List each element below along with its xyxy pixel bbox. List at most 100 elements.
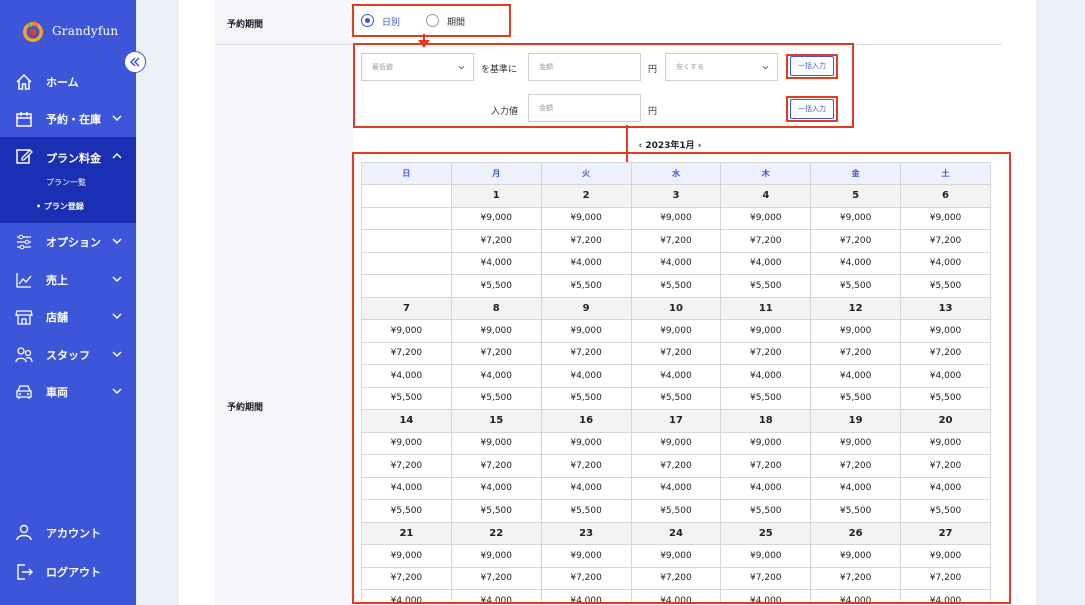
sidebar-item-vehicle[interactable]: 車両 (0, 373, 136, 410)
price-cell[interactable]: ¥5,500 (630, 386, 722, 410)
price-cell[interactable]: ¥9,000 (450, 206, 542, 230)
price-cell[interactable]: ¥9,000 (450, 431, 542, 455)
price-cell[interactable]: ¥9,000 (900, 431, 991, 455)
price-cell[interactable]: ¥9,000 (540, 431, 632, 455)
price-cell[interactable]: ¥4,000 (450, 476, 542, 500)
price-cell[interactable]: ¥9,000 (540, 544, 632, 568)
sidebar-item-account[interactable]: アカウント (0, 514, 136, 551)
sidebar-item-sales[interactable]: 売上 (0, 261, 136, 298)
price-cell[interactable]: ¥4,000 (720, 251, 812, 275)
price-cell[interactable]: ¥9,000 (720, 431, 812, 455)
radio-daily-label[interactable]: 日別 (382, 15, 400, 28)
price-cell[interactable]: ¥4,000 (810, 364, 902, 388)
sidebar-item-staff[interactable]: スタッフ (0, 336, 136, 373)
price-cell[interactable]: ¥7,200 (630, 229, 722, 253)
price-cell[interactable]: ¥4,000 (450, 251, 542, 275)
price-cell[interactable]: ¥9,000 (450, 544, 542, 568)
sidebar-item-option[interactable]: オプション (0, 223, 136, 260)
price-cell[interactable]: ¥7,200 (810, 341, 902, 365)
price-cell[interactable]: ¥4,000 (720, 476, 812, 500)
price-cell[interactable]: ¥4,000 (361, 589, 452, 602)
price-cell[interactable]: ¥9,000 (540, 206, 632, 230)
price-cell[interactable]: ¥9,000 (720, 206, 812, 230)
sidebar-subitem-plan-list[interactable]: プラン一覧 (46, 177, 86, 188)
price-cell[interactable]: ¥5,500 (630, 499, 722, 523)
price-cell[interactable]: ¥9,000 (630, 431, 722, 455)
price-cell[interactable]: ¥7,200 (630, 341, 722, 365)
price-cell[interactable]: ¥7,200 (450, 566, 542, 590)
price-cell[interactable]: ¥9,000 (630, 206, 722, 230)
app-logo[interactable]: Grandyfun (20, 16, 118, 46)
price-cell[interactable]: ¥4,000 (540, 251, 632, 275)
price-cell[interactable]: ¥9,000 (720, 319, 812, 343)
price-cell[interactable]: ¥7,200 (720, 566, 812, 590)
price-cell[interactable]: ¥4,000 (720, 589, 812, 602)
price-cell[interactable]: ¥7,200 (361, 454, 452, 478)
price-cell[interactable]: ¥5,500 (450, 386, 542, 410)
price-cell[interactable]: ¥9,000 (540, 319, 632, 343)
price-cell[interactable]: ¥4,000 (361, 364, 452, 388)
price-cell[interactable]: ¥4,000 (540, 476, 632, 500)
sidebar-item-logout[interactable]: ログアウト (0, 553, 136, 590)
price-cell[interactable]: ¥4,000 (900, 364, 991, 388)
price-cell[interactable]: ¥7,200 (450, 454, 542, 478)
price-cell[interactable]: ¥4,000 (900, 589, 991, 602)
price-cell[interactable]: ¥9,000 (810, 431, 902, 455)
base-amount-input[interactable]: 金額 (528, 53, 641, 81)
price-cell[interactable]: ¥7,200 (540, 566, 632, 590)
price-cell[interactable]: ¥4,000 (630, 589, 722, 602)
sidebar-item-reservation[interactable]: 予約・在庫 (0, 100, 136, 137)
price-cell[interactable]: ¥7,200 (900, 341, 991, 365)
price-cell[interactable]: ¥5,500 (361, 386, 452, 410)
price-cell[interactable]: ¥4,000 (450, 589, 542, 602)
price-cell[interactable]: ¥4,000 (630, 364, 722, 388)
price-cell[interactable]: ¥7,200 (810, 454, 902, 478)
price-cell[interactable]: ¥5,500 (540, 499, 632, 523)
price-cell[interactable]: ¥4,000 (630, 251, 722, 275)
price-cell[interactable]: ¥7,200 (450, 341, 542, 365)
price-cell[interactable]: ¥7,200 (900, 229, 991, 253)
price-cell[interactable]: ¥9,000 (361, 319, 452, 343)
radio-range-label[interactable]: 期間 (447, 15, 465, 28)
price-cell[interactable]: ¥7,200 (361, 341, 452, 365)
price-cell[interactable]: ¥5,500 (810, 499, 902, 523)
price-cell[interactable]: ¥9,000 (810, 206, 902, 230)
price-cell[interactable]: ¥4,000 (810, 251, 902, 275)
price-cell[interactable]: ¥9,000 (900, 544, 991, 568)
price-cell[interactable]: ¥7,200 (900, 454, 991, 478)
price-cell[interactable]: ¥7,200 (361, 566, 452, 590)
price-cell[interactable]: ¥4,000 (540, 589, 632, 602)
price-cell[interactable]: ¥5,500 (630, 274, 722, 298)
price-cell[interactable]: ¥7,200 (450, 229, 542, 253)
price-cell[interactable]: ¥7,200 (720, 341, 812, 365)
sidebar-item-home[interactable]: ホーム (0, 63, 136, 100)
price-cell[interactable]: ¥4,000 (900, 251, 991, 275)
price-cell[interactable]: ¥5,500 (540, 386, 632, 410)
price-cell[interactable]: ¥5,500 (361, 499, 452, 523)
price-cell[interactable]: ¥5,500 (450, 499, 542, 523)
price-cell[interactable]: ¥9,000 (630, 544, 722, 568)
price-cell[interactable]: ¥5,500 (720, 274, 812, 298)
price-cell[interactable]: ¥9,000 (361, 431, 452, 455)
price-cell[interactable]: ¥5,500 (540, 274, 632, 298)
price-cell[interactable]: ¥7,200 (900, 566, 991, 590)
input-value-field[interactable]: 金額 (528, 94, 641, 122)
price-cell[interactable]: ¥4,000 (810, 589, 902, 602)
price-cell[interactable]: ¥9,000 (361, 544, 452, 568)
price-cell[interactable]: ¥5,500 (900, 386, 991, 410)
price-cell[interactable]: ¥5,500 (900, 499, 991, 523)
price-cell[interactable]: ¥9,000 (810, 319, 902, 343)
price-cell[interactable]: ¥5,500 (810, 274, 902, 298)
price-cell[interactable]: ¥7,200 (630, 566, 722, 590)
base-select[interactable]: 最低値 (361, 53, 474, 81)
price-cell[interactable]: ¥9,000 (810, 544, 902, 568)
price-cell[interactable]: ¥4,000 (720, 364, 812, 388)
price-cell[interactable]: ¥7,200 (720, 229, 812, 253)
sidebar-collapse-button[interactable] (124, 51, 146, 73)
price-cell[interactable]: ¥7,200 (540, 229, 632, 253)
price-cell[interactable]: ¥9,000 (630, 319, 722, 343)
bulk-input-button[interactable]: 一括入力 (790, 99, 834, 119)
sidebar-item-store[interactable]: 店舗 (0, 298, 136, 335)
price-cell[interactable]: ¥4,000 (450, 364, 542, 388)
price-cell[interactable]: ¥5,500 (450, 274, 542, 298)
